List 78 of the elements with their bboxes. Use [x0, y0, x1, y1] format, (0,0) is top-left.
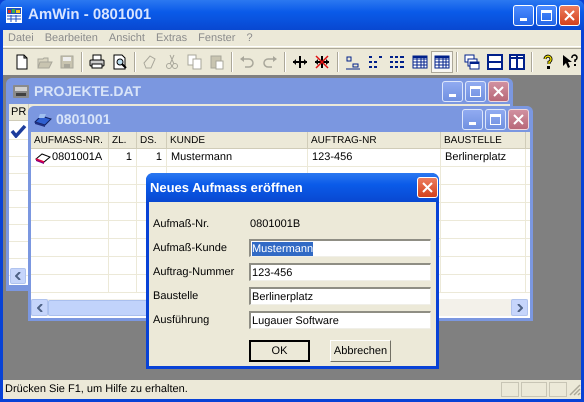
minimize-icon — [449, 94, 456, 96]
toolbar-button[interactable] — [430, 50, 454, 72]
window-title: 0801001 — [56, 110, 112, 128]
maximize-button[interactable] — [485, 108, 506, 130]
tile-vertical-icon — [509, 54, 526, 70]
input-field[interactable]: Berlinerplatz — [249, 287, 431, 305]
field-label: Ausführung — [153, 312, 210, 328]
scroll-left-button[interactable] — [10, 268, 26, 284]
close-button[interactable] — [488, 80, 509, 102]
column-header[interactable]: KUNDE — [167, 132, 308, 148]
close-icon — [513, 114, 524, 124]
eraser-icon — [35, 150, 51, 164]
new-document-icon — [14, 54, 30, 70]
table-cell-text: 0801001A — [52, 150, 102, 166]
scroll-left-button[interactable] — [31, 299, 48, 316]
input-field[interactable]: 123-456 — [249, 263, 431, 281]
field-label: Aufmaß-Kunde — [153, 240, 228, 256]
redo-icon — [262, 54, 278, 70]
table-cell-text: Berlinerplatz — [445, 150, 506, 166]
field-label: Aufmaß-Nr. — [153, 216, 210, 232]
status-pane — [549, 382, 567, 397]
minimize-button[interactable] — [462, 108, 483, 130]
drive-icon — [12, 83, 30, 99]
save-icon — [58, 54, 75, 70]
print-preview-icon — [112, 54, 128, 70]
maximize-button[interactable] — [465, 80, 486, 102]
table-icon — [434, 54, 450, 70]
field-value: 0801001B — [250, 216, 300, 232]
close-icon — [422, 182, 433, 193]
close-icon — [564, 10, 575, 20]
scroll-right-button[interactable] — [511, 299, 528, 316]
level-icon — [344, 54, 361, 70]
minimize-icon — [520, 18, 527, 20]
minimize-button[interactable] — [442, 80, 463, 102]
input-field[interactable]: Lugauer Software — [249, 311, 431, 329]
input-field[interactable]: Mustermann — [249, 239, 431, 257]
column-header[interactable]: ZL. — [109, 132, 137, 148]
table-cell-text: 1 — [156, 150, 162, 166]
window-title: AmWin - 0801001 — [28, 4, 152, 25]
table-cell-text: Mustermann — [171, 150, 232, 166]
window-title: PROJEKTE.DAT — [34, 82, 142, 100]
field-label: Auftrag-Nummer — [153, 264, 236, 280]
table-cell-text: 123-456 — [312, 150, 352, 166]
tile-horizontal-icon — [486, 54, 503, 70]
column-header[interactable]: DS. — [137, 132, 167, 148]
dialog-title: Neues Aufmass eröffnen — [150, 178, 304, 197]
dialog-button[interactable]: Abbrechen — [330, 340, 391, 362]
tree-list-icon — [389, 54, 406, 70]
app-icon — [6, 7, 22, 23]
table-icon — [412, 54, 428, 70]
context-help-icon — [562, 54, 578, 70]
paste-icon — [208, 54, 225, 70]
cascade-windows-icon — [464, 54, 480, 70]
column-header[interactable]: AUFTRAG-NR — [308, 132, 441, 148]
close-button[interactable] — [508, 108, 529, 130]
status-pane — [501, 382, 519, 397]
maximize-icon — [490, 114, 501, 124]
maximize-icon — [470, 86, 481, 96]
table-cell-text: 1 — [126, 150, 132, 166]
move-arrows-icon — [292, 54, 308, 70]
crossed-arrows-icon — [314, 54, 330, 70]
copy-icon — [186, 54, 203, 70]
resize-grip-icon — [569, 384, 581, 396]
field-label: Baustelle — [153, 288, 200, 304]
minimize-icon — [469, 122, 476, 124]
column-header[interactable]: AUFMASS-NR. — [31, 132, 109, 148]
column-header[interactable]: BAUSTELLE — [441, 132, 526, 148]
close-icon — [493, 86, 504, 96]
card-stack-icon — [34, 111, 52, 127]
tree-list-icon — [367, 54, 384, 70]
status-pane — [521, 382, 547, 397]
dialog-button[interactable]: OK — [249, 340, 310, 362]
maximize-icon — [541, 10, 552, 20]
checkmark-icon — [10, 124, 27, 138]
status-text: Drücken Sie F1, um Hilfe zu erhalten. — [5, 382, 189, 398]
undo-icon — [239, 54, 256, 70]
printer-icon — [89, 54, 106, 70]
scissors-icon — [164, 54, 180, 70]
